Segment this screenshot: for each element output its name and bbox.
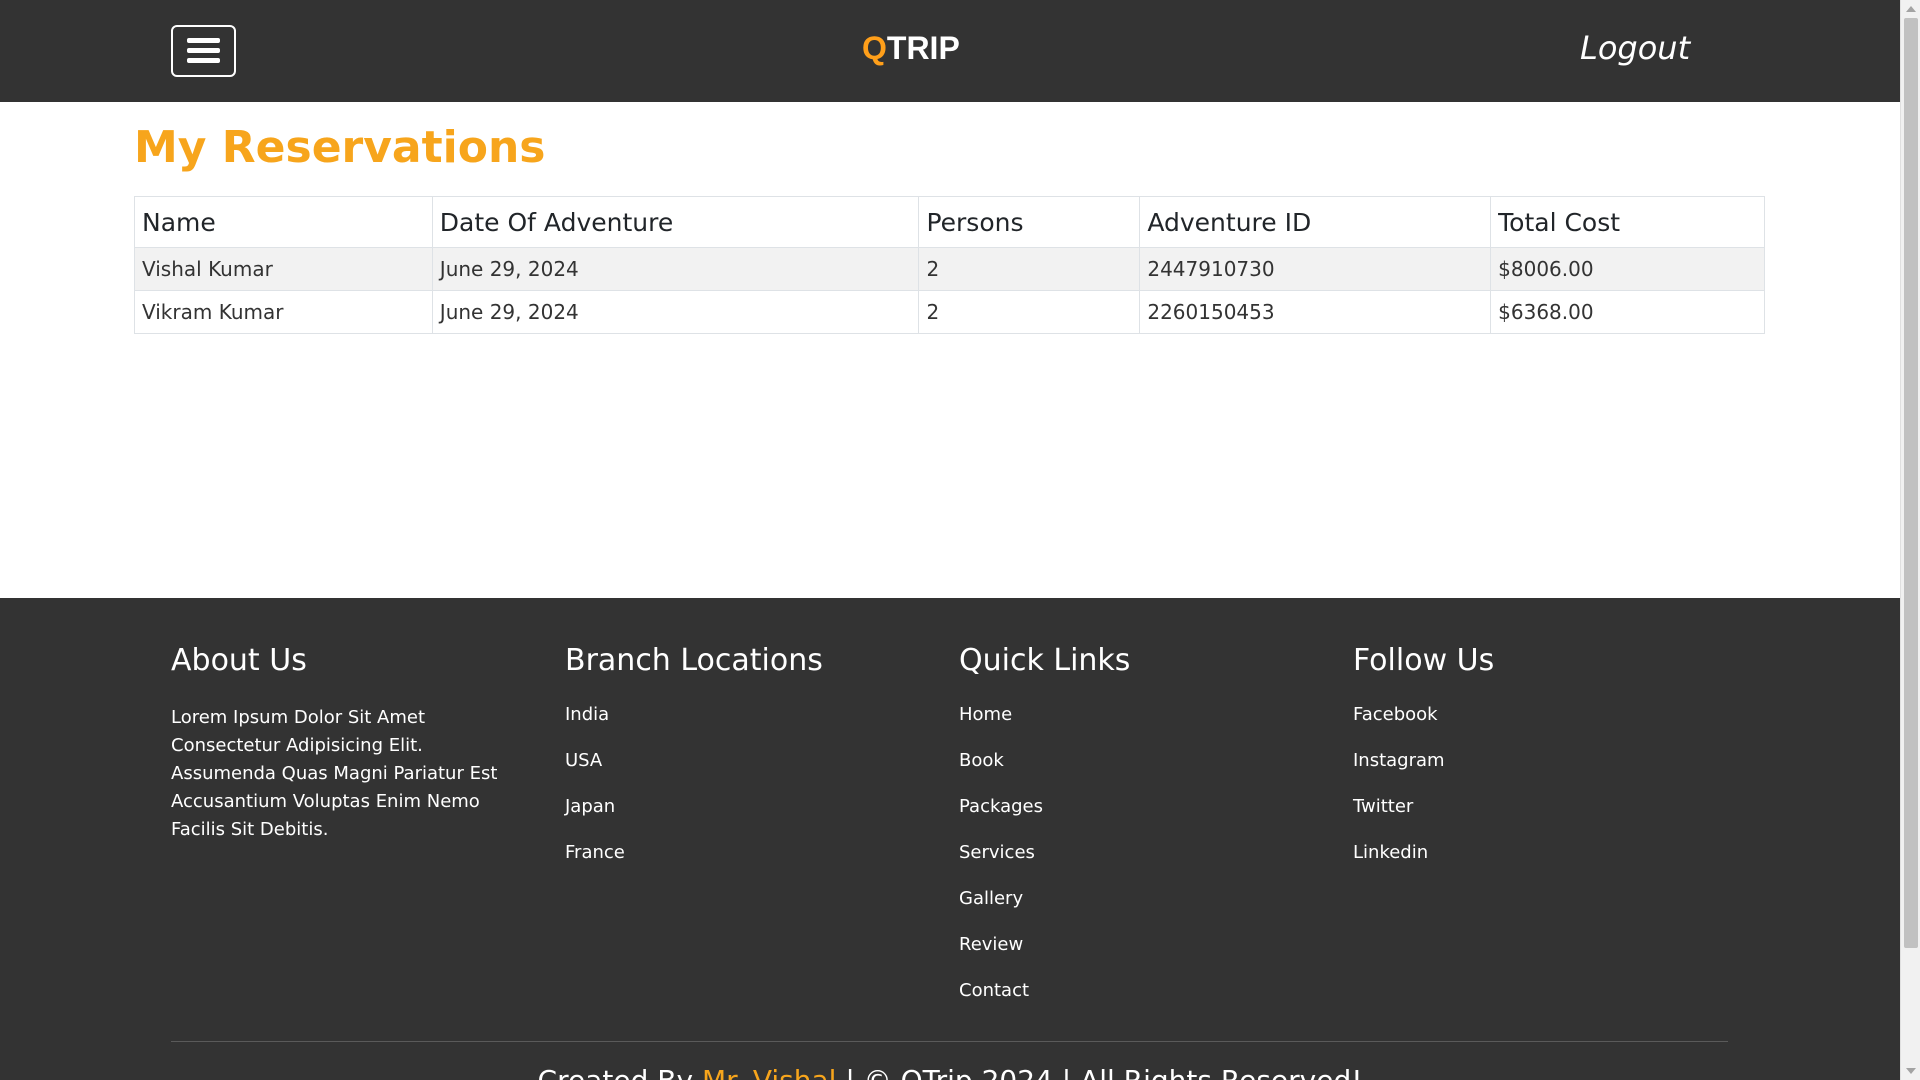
quick-link-services[interactable]: Services [959,842,1339,888]
branch-link-france[interactable]: France [565,842,945,888]
column-header-persons: Persons [918,196,1141,248]
logout-link[interactable]: Logout [1580,29,1690,67]
cell-persons: 2 [918,290,1141,334]
branch-link-japan[interactable]: Japan [565,796,945,842]
social-link-twitter[interactable]: Twitter [1353,796,1733,842]
brand-logo-text: TRIP [886,30,960,66]
cell-adventure-id: 2260150453 [1139,290,1492,334]
footer-copyright: Created By Mr. Vishal | © QTrip 2024 | A… [0,1064,1900,1080]
footer-about-text: Lorem Ipsum Dolor Sit Amet Consectetur A… [171,707,498,840]
footer-branches-section: Branch Locations India USA Japan France [565,643,945,888]
quick-link-review[interactable]: Review [959,934,1339,980]
social-link-facebook[interactable]: Facebook [1353,704,1733,750]
table-header-row: Name Date Of Adventure Persons Adventure… [134,196,1765,248]
column-header-name: Name [134,196,433,248]
table-row: Vishal Kumar June 29, 2024 2 2447910730 … [134,247,1765,291]
footer-about-section: About Us Lorem Ipsum Dolor Sit Amet Cons… [171,643,551,844]
footer-branches-title: Branch Locations [565,643,823,678]
copyright-suffix: | © QTrip 2024 | All Rights Reserved! [836,1064,1362,1080]
quick-link-book[interactable]: Book [959,750,1339,796]
quick-link-gallery[interactable]: Gallery [959,888,1339,934]
table-row: Vikram Kumar June 29, 2024 2 2260150453 … [134,290,1765,334]
vertical-scrollbar[interactable] [1900,0,1920,1080]
cell-persons: 2 [918,247,1141,291]
column-header-total-cost: Total Cost [1490,196,1765,248]
quick-link-packages[interactable]: Packages [959,796,1339,842]
footer-quick-links-title: Quick Links [959,643,1131,678]
cell-date: June 29, 2024 [431,247,920,291]
quick-link-home[interactable]: Home [959,704,1339,750]
navbar: QTRIP Logout [0,0,1900,102]
brand-logo[interactable]: QTRIP [862,30,960,67]
reservations-table: Name Date Of Adventure Persons Adventure… [134,196,1765,334]
cell-total-cost: $6368.00 [1490,290,1765,334]
social-link-linkedin[interactable]: Linkedin [1353,842,1733,888]
cell-date: June 29, 2024 [431,290,920,334]
cell-total-cost: $8006.00 [1490,247,1765,291]
footer-divider [171,1041,1728,1042]
scroll-down-arrow-icon[interactable] [1906,1068,1916,1074]
footer: About Us Lorem Ipsum Dolor Sit Amet Cons… [0,598,1900,1080]
branch-link-usa[interactable]: USA [565,750,945,796]
footer-follow-title: Follow Us [1353,643,1495,678]
viewport: QTRIP Logout My Reservations Name Date O… [0,0,1900,1080]
brand-logo-q: Q [862,30,887,66]
footer-follow-section: Follow Us Facebook Instagram Twitter Lin… [1353,643,1733,888]
cell-name: Vishal Kumar [134,247,433,291]
cell-adventure-id: 2447910730 [1139,247,1492,291]
column-header-date: Date Of Adventure [431,196,920,248]
quick-link-contact[interactable]: Contact [959,980,1339,1026]
footer-quick-links-section: Quick Links Home Book Packages Services … [959,643,1339,1026]
scroll-up-arrow-icon[interactable] [1906,6,1916,12]
cell-name: Vikram Kumar [134,290,433,334]
scrollbar-thumb[interactable] [1904,18,1918,948]
menu-toggle-button[interactable] [171,25,236,77]
branch-link-india[interactable]: India [565,704,945,750]
copyright-prefix: Created By [538,1064,702,1080]
footer-about-title: About Us [171,643,307,678]
column-header-adventure-id: Adventure ID [1139,196,1492,248]
social-link-instagram[interactable]: Instagram [1353,750,1733,796]
page-title: My Reservations [134,122,546,173]
author-link[interactable]: Mr. Vishal [702,1064,837,1080]
